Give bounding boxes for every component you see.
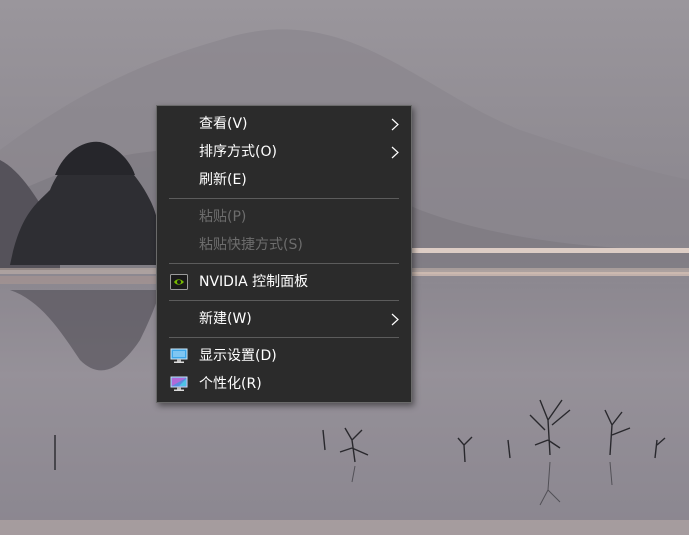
desktop-context-menu: 查看(V) 排序方式(O) 刷新(E) 粘贴(P) 粘贴快捷方式(S) NVID… [156, 105, 412, 403]
menu-separator [169, 198, 399, 199]
menu-item-label: 新建(W) [199, 311, 252, 327]
chevron-right-icon [391, 118, 399, 131]
menu-item-refresh[interactable]: 刷新(E) [157, 166, 411, 194]
chevron-right-icon [391, 313, 399, 326]
menu-item-paste: 粘贴(P) [157, 203, 411, 231]
menu-item-label: 刷新(E) [199, 172, 247, 188]
menu-separator [169, 300, 399, 301]
menu-item-personalize[interactable]: 个性化(R) [157, 370, 411, 398]
personalize-icon [170, 376, 188, 391]
menu-separator [169, 263, 399, 264]
display-settings-icon [170, 348, 188, 363]
menu-item-label: 显示设置(D) [199, 348, 277, 364]
menu-item-label: 排序方式(O) [199, 144, 277, 160]
menu-item-sort-by[interactable]: 排序方式(O) [157, 138, 411, 166]
menu-item-view[interactable]: 查看(V) [157, 110, 411, 138]
menu-item-nvidia-control-panel[interactable]: NVIDIA 控制面板 [157, 268, 411, 296]
menu-item-label: 个性化(R) [199, 376, 262, 392]
menu-item-paste-shortcut: 粘贴快捷方式(S) [157, 231, 411, 259]
menu-item-label: 粘贴(P) [199, 209, 247, 225]
menu-item-label: 粘贴快捷方式(S) [199, 237, 303, 253]
menu-separator [169, 337, 399, 338]
nvidia-icon [170, 274, 188, 290]
menu-item-new[interactable]: 新建(W) [157, 305, 411, 333]
menu-item-label: 查看(V) [199, 116, 248, 132]
menu-item-label: NVIDIA 控制面板 [199, 274, 309, 290]
chevron-right-icon [391, 146, 399, 159]
menu-item-display-settings[interactable]: 显示设置(D) [157, 342, 411, 370]
